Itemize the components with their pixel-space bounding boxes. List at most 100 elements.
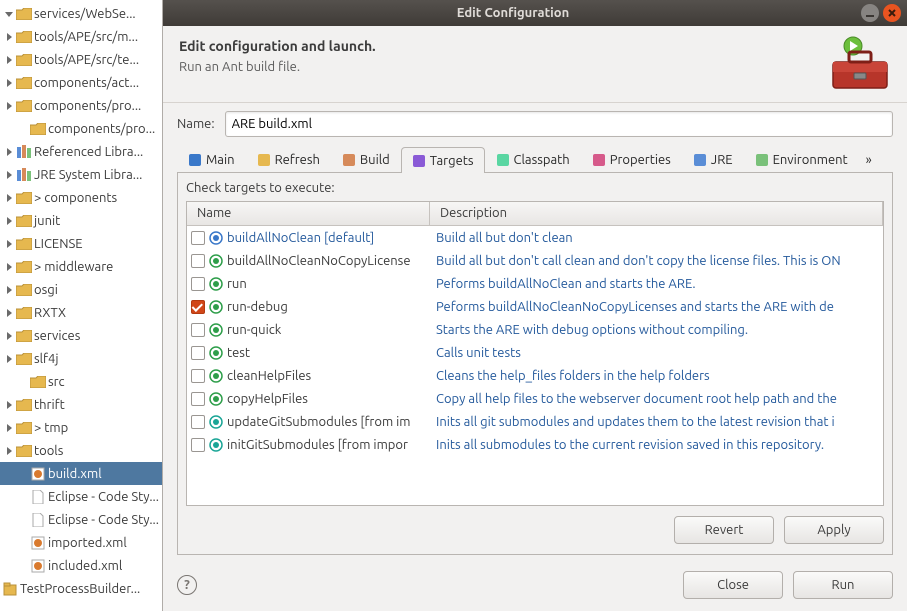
tree-item[interactable]: > tmp: [0, 416, 162, 439]
target-row[interactable]: copyHelpFilesCopy all help files to the …: [187, 387, 883, 410]
tree-twisty-icon[interactable]: [4, 171, 14, 179]
help-button[interactable]: ?: [177, 575, 197, 595]
tree-twisty-icon[interactable]: [4, 263, 14, 271]
tree-item[interactable]: Eclipse - Code Sty...: [0, 508, 162, 531]
tree-twisty-icon[interactable]: [4, 286, 14, 294]
close-window-button[interactable]: [883, 4, 901, 22]
column-header-description[interactable]: Description: [430, 202, 883, 225]
tree-twisty-icon[interactable]: [4, 217, 14, 225]
target-row[interactable]: cleanHelpFilesCleans the help_files fold…: [187, 364, 883, 387]
tree-twisty-icon[interactable]: [4, 56, 14, 64]
target-row[interactable]: updateGitSubmodules [from imInits all gi…: [187, 410, 883, 433]
apply-button[interactable]: Apply: [784, 516, 884, 544]
tree-item[interactable]: services: [0, 324, 162, 347]
tree-item[interactable]: LICENSE: [0, 232, 162, 255]
run-button[interactable]: Run: [793, 571, 893, 599]
tree-item[interactable]: > middleware: [0, 255, 162, 278]
close-button[interactable]: Close: [683, 571, 783, 599]
target-icon: [209, 438, 223, 452]
column-header-name[interactable]: Name: [187, 202, 430, 225]
target-checkbox[interactable]: [191, 346, 205, 360]
tree-item[interactable]: components/pro...: [0, 117, 162, 140]
target-row[interactable]: run-quickStarts the ARE with debug optio…: [187, 318, 883, 341]
tab-label: Refresh: [275, 153, 320, 167]
tab-main[interactable]: Main: [177, 146, 246, 172]
target-checkbox[interactable]: [191, 300, 205, 314]
tab-build[interactable]: Build: [331, 146, 401, 172]
tree-item[interactable]: build.xml: [0, 462, 162, 485]
tree-twisty-icon[interactable]: [4, 240, 14, 248]
tree-item[interactable]: osgi: [0, 278, 162, 301]
tab-environment[interactable]: Environment: [744, 146, 859, 172]
tree-item[interactable]: RXTX: [0, 301, 162, 324]
tree-item[interactable]: tools/APE/src/te...: [0, 48, 162, 71]
tab-overflow-button[interactable]: »: [859, 146, 879, 172]
tree-item[interactable]: slf4j: [0, 347, 162, 370]
target-checkbox[interactable]: [191, 254, 205, 268]
tree-twisty-icon[interactable]: [4, 424, 14, 432]
target-row[interactable]: buildAllNoClean [default]Build all but d…: [187, 226, 883, 249]
tree-item[interactable]: src: [0, 370, 162, 393]
tab-classpath[interactable]: Classpath: [485, 146, 581, 172]
dialog-titlebar[interactable]: Edit Configuration: [163, 0, 907, 26]
target-icon: [209, 346, 223, 360]
tree-item[interactable]: junit: [0, 209, 162, 232]
target-checkbox[interactable]: [191, 392, 205, 406]
tree-item[interactable]: Referenced Libra...: [0, 140, 162, 163]
tree-item[interactable]: included.xml: [0, 554, 162, 577]
target-checkbox[interactable]: [191, 277, 205, 291]
tree-twisty-icon[interactable]: [4, 355, 14, 363]
tree-twisty-icon[interactable]: [4, 33, 14, 41]
target-name: buildAllNoCleanNoCopyLicense: [227, 254, 411, 268]
revert-button[interactable]: Revert: [674, 516, 774, 544]
configuration-name-input[interactable]: [225, 111, 893, 137]
minimize-button[interactable]: [861, 4, 879, 22]
target-row[interactable]: initGitSubmodules [from imporInits all s…: [187, 433, 883, 456]
project-tree[interactable]: services/WebSe...tools/APE/src/m...tools…: [0, 0, 162, 611]
tree-item[interactable]: tools/APE/src/m...: [0, 25, 162, 48]
tree-item[interactable]: imported.xml: [0, 531, 162, 554]
tree-item-label: junit: [34, 214, 60, 228]
target-checkbox[interactable]: [191, 369, 205, 383]
tree-item[interactable]: TestProcessBuilder...: [0, 577, 162, 600]
tab-label: Environment: [773, 153, 848, 167]
tree-twisty-icon[interactable]: [4, 447, 14, 455]
tree-item[interactable]: Eclipse - Code Sty...: [0, 485, 162, 508]
target-row[interactable]: run-debugPeforms buildAllNoCleanNoCopyLi…: [187, 295, 883, 318]
tree-twisty-icon[interactable]: [4, 102, 14, 110]
tree-item[interactable]: JRE System Libra...: [0, 163, 162, 186]
tree-twisty-icon[interactable]: [4, 148, 14, 156]
tree-twisty-icon[interactable]: [4, 309, 14, 317]
ant-icon: [30, 466, 46, 482]
tree-twisty-icon[interactable]: [4, 332, 14, 340]
folder-icon: [30, 374, 46, 390]
tree-item[interactable]: > components: [0, 186, 162, 209]
target-description: Starts the ARE with debug options withou…: [430, 323, 883, 337]
tree-twisty-icon[interactable]: [4, 401, 14, 409]
tree-twisty-icon[interactable]: [4, 79, 14, 87]
tree-item-label: > tmp: [34, 421, 68, 435]
target-checkbox[interactable]: [191, 438, 205, 452]
tree-twisty-icon[interactable]: [4, 194, 14, 202]
target-row[interactable]: runPeforms buildAllNoClean and starts th…: [187, 272, 883, 295]
tree-item[interactable]: tools: [0, 439, 162, 462]
tree-twisty-icon[interactable]: [4, 10, 14, 18]
tree-item-label: imported.xml: [48, 536, 127, 550]
target-row[interactable]: buildAllNoCleanNoCopyLicenseBuild all bu…: [187, 249, 883, 272]
folder-icon: [16, 305, 32, 321]
tab-jre[interactable]: JRE: [682, 146, 744, 172]
folder-pkg-icon: [16, 29, 32, 45]
tree-item[interactable]: components/act...: [0, 71, 162, 94]
tab-properties[interactable]: Properties: [581, 146, 682, 172]
dialog-heading: Edit configuration and launch.: [179, 38, 821, 54]
ant-icon: [30, 535, 46, 551]
target-checkbox[interactable]: [191, 415, 205, 429]
tree-item[interactable]: thrift: [0, 393, 162, 416]
tab-targets[interactable]: Targets: [401, 147, 485, 173]
target-checkbox[interactable]: [191, 231, 205, 245]
target-row[interactable]: testCalls unit tests: [187, 341, 883, 364]
tree-item[interactable]: components/pro...: [0, 94, 162, 117]
tree-item[interactable]: services/WebSe...: [0, 2, 162, 25]
tab-refresh[interactable]: Refresh: [246, 146, 331, 172]
target-checkbox[interactable]: [191, 323, 205, 337]
